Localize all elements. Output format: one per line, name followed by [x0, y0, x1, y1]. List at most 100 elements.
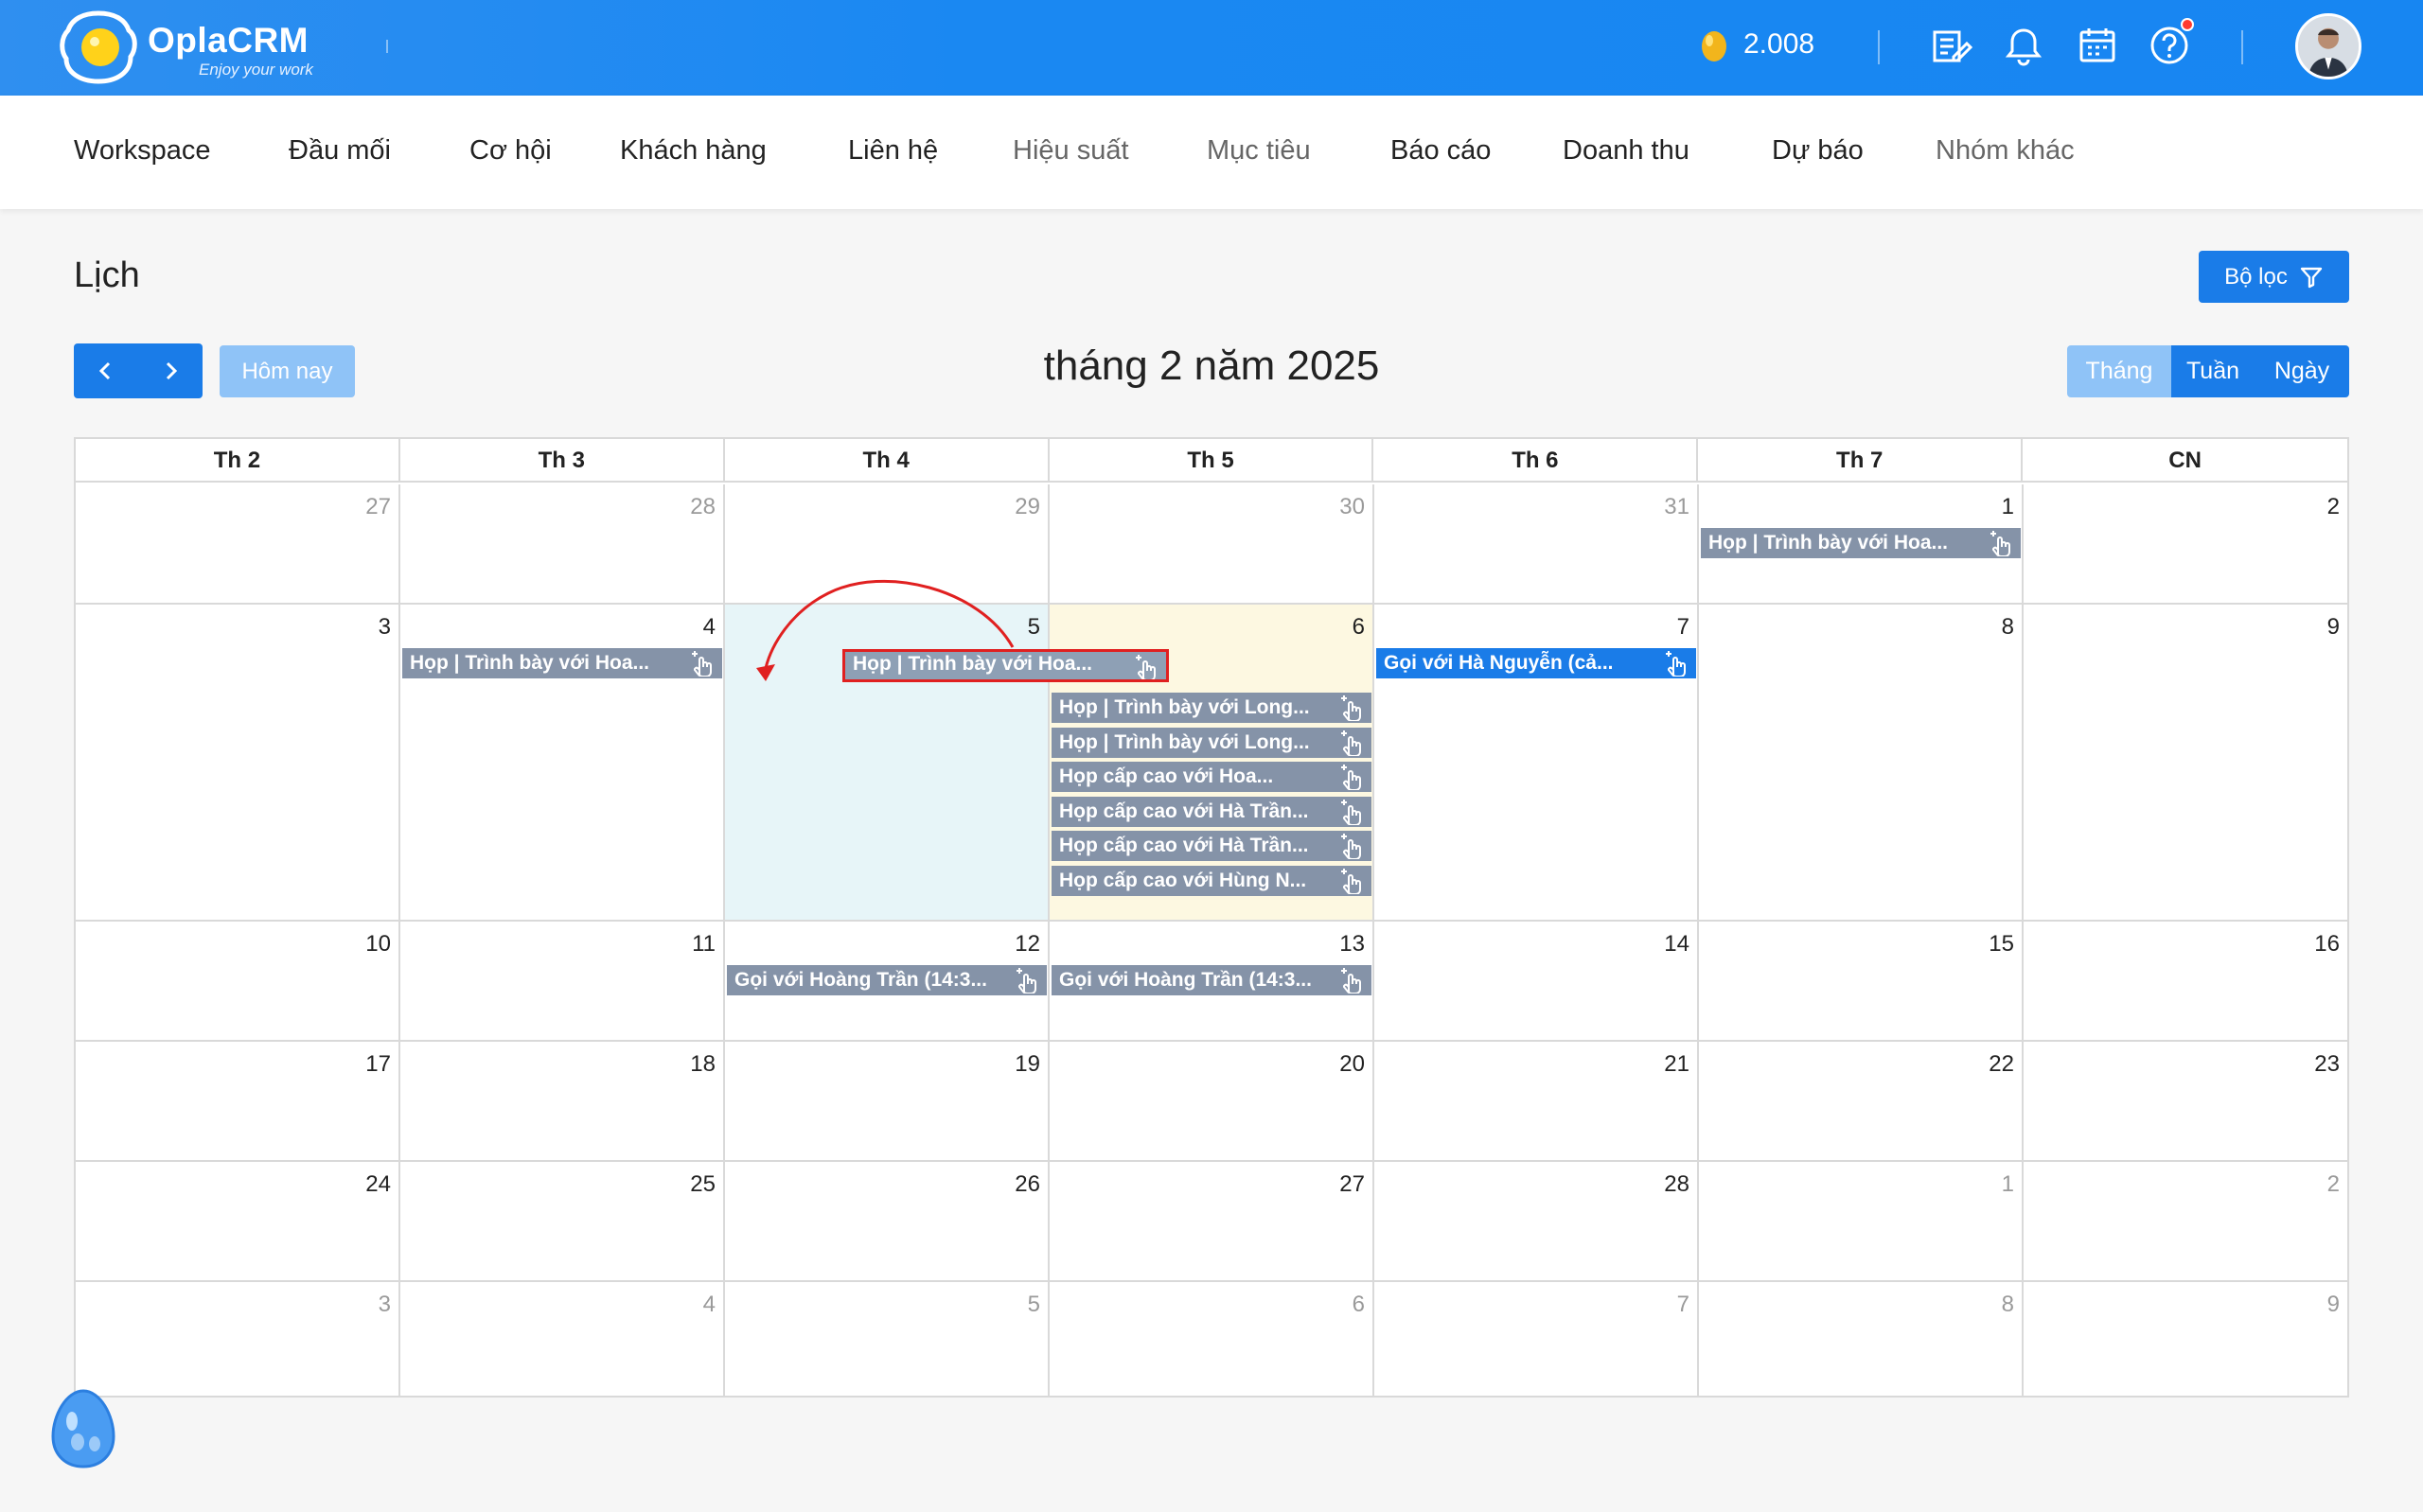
coin-balance[interactable]: 2.008 — [1743, 28, 1814, 61]
day-cell[interactable]: 29 — [725, 484, 1050, 603]
day-cell[interactable]: 16 — [2024, 922, 2347, 1040]
day-number: 10 — [365, 931, 391, 957]
calendar-event[interactable]: Họp | Trình bày với Long... — [1052, 693, 1371, 723]
day-cell[interactable]: 25 — [400, 1162, 725, 1280]
day-cell[interactable]: 10 — [76, 922, 400, 1040]
drag-hand-icon — [1341, 765, 1361, 790]
calendar-event[interactable]: Gọi với Hoàng Trần (14:3... — [1052, 965, 1371, 995]
day-cell[interactable]: 8 — [1699, 1282, 2024, 1396]
day-number: 13 — [1339, 931, 1365, 957]
day-cell[interactable]: 3 — [76, 605, 400, 920]
day-cell[interactable]: 27 — [1050, 1162, 1374, 1280]
day-cell[interactable]: 11 — [400, 922, 725, 1040]
day-cell[interactable]: 19 — [725, 1042, 1050, 1160]
day-cell[interactable]: 18 — [400, 1042, 725, 1160]
day-number: 1 — [2001, 494, 2014, 519]
calendar-week: 17 18 19 20 21 22 23 — [76, 1042, 2347, 1162]
day-cell[interactable]: 30 — [1050, 484, 1374, 603]
day-cell[interactable]: 15 — [1699, 922, 2024, 1040]
day-cell[interactable]: 31 — [1374, 484, 1699, 603]
day-number: 11 — [692, 931, 716, 957]
day-number: 8 — [2001, 1292, 2014, 1317]
day-cell[interactable]: 2 — [2024, 484, 2347, 603]
day-cell[interactable]: 7 — [1374, 1282, 1699, 1396]
filter-button[interactable]: Bộ lọc — [2199, 251, 2349, 303]
bell-icon[interactable] — [1999, 21, 2048, 70]
day-cell[interactable]: 14 — [1374, 922, 1699, 1040]
weekday-label: Th 7 — [1698, 439, 2024, 483]
nav-customers[interactable]: Khách hàng — [620, 135, 767, 167]
nav-performance[interactable]: Hiệu suất — [1013, 135, 1129, 167]
weekday-label: Th 4 — [725, 439, 1050, 483]
nav-contacts[interactable]: Liên hệ — [848, 135, 938, 167]
assistant-bubble-icon[interactable] — [49, 1387, 117, 1468]
day-cell[interactable]: 5 — [725, 1282, 1050, 1396]
calendar-event[interactable]: Gọi với Hà Nguyễn (cả... — [1376, 648, 1696, 678]
day-cell[interactable]: 9 — [2024, 1282, 2347, 1396]
nav-forecast[interactable]: Dự báo — [1772, 135, 1864, 167]
nav-revenue[interactable]: Doanh thu — [1563, 135, 1689, 167]
calendar-event[interactable]: Họp | Trình bày với Hoa... — [402, 648, 722, 678]
header-divider — [2241, 30, 2243, 64]
day-cell[interactable]: 26 — [725, 1162, 1050, 1280]
nav-reports[interactable]: Báo cáo — [1390, 135, 1491, 167]
user-avatar[interactable] — [2295, 13, 2361, 79]
calendar-event[interactable]: Họp cấp cao với Hà Trần... — [1052, 831, 1371, 861]
view-day-button[interactable]: Ngày — [2255, 345, 2349, 397]
day-cell[interactable]: 4 — [400, 1282, 725, 1396]
calendar-event[interactable]: Họp | Trình bày với Long... — [1052, 728, 1371, 758]
prev-month-button[interactable] — [74, 343, 138, 398]
day-number: 14 — [1664, 931, 1689, 957]
calendar-event[interactable]: Họp cấp cao với Hoa... — [1052, 762, 1371, 792]
day-number: 28 — [1664, 1171, 1689, 1197]
nav-goals[interactable]: Mục tiêu — [1207, 135, 1311, 167]
calendar-event[interactable]: Họp cấp cao với Hà Trần... — [1052, 797, 1371, 827]
day-cell[interactable]: 28 — [1374, 1162, 1699, 1280]
day-cell[interactable]: 1 — [1699, 1162, 2024, 1280]
weekday-label: Th 3 — [400, 439, 725, 483]
day-cell[interactable]: 17 — [76, 1042, 400, 1160]
calendar-event[interactable]: Gọi với Hoàng Trần (14:3... — [727, 965, 1047, 995]
today-button[interactable]: Hôm nay — [220, 345, 355, 397]
day-cell[interactable]: 6 — [1050, 1282, 1374, 1396]
day-cell[interactable]: 20 — [1050, 1042, 1374, 1160]
day-number: 23 — [2314, 1051, 2340, 1077]
nav-leads[interactable]: Đầu mối — [289, 135, 391, 167]
event-title: Họp | Trình bày với Hoa... — [853, 653, 1093, 675]
day-cell[interactable]: 23 — [2024, 1042, 2347, 1160]
day-cell[interactable]: 28 — [400, 484, 725, 603]
chevron-right-icon — [166, 361, 178, 380]
day-cell[interactable]: 9 — [2024, 605, 2347, 920]
day-number: 12 — [1015, 931, 1040, 957]
drag-hand-icon — [1666, 651, 1686, 677]
day-cell[interactable]: 3 — [76, 1282, 400, 1396]
nav-workspace[interactable]: Workspace — [74, 135, 211, 167]
brand-logo[interactable]: OplaCRM Enjoy your work — [59, 8, 343, 89]
day-cell[interactable]: 24 — [76, 1162, 400, 1280]
day-cell[interactable]: 21 — [1374, 1042, 1699, 1160]
dragging-event[interactable]: Họp | Trình bày với Hoa... — [842, 649, 1169, 682]
drag-hand-icon — [1341, 834, 1361, 859]
day-number: 25 — [690, 1171, 716, 1197]
day-cell[interactable]: 2 — [2024, 1162, 2347, 1280]
day-number: 17 — [365, 1051, 391, 1077]
event-title: Họp cấp cao với Hà Trần... — [1059, 800, 1309, 822]
event-title: Họp | Trình bày với Hoa... — [1708, 532, 1949, 554]
calendar-event[interactable]: Họp | Trình bày với Hoa... — [1701, 528, 2021, 558]
day-number: 29 — [1015, 494, 1040, 519]
view-week-button[interactable]: Tuần — [2171, 345, 2255, 397]
day-number: 22 — [1989, 1051, 2014, 1077]
nav-opportunities[interactable]: Cơ hội — [469, 135, 552, 167]
gold-egg-icon — [1702, 31, 1726, 62]
day-cell[interactable]: 27 — [76, 484, 400, 603]
report-icon[interactable] — [1925, 21, 1974, 70]
nav-other-groups[interactable]: Nhóm khác — [1936, 135, 2075, 167]
day-number: 26 — [1015, 1171, 1040, 1197]
calendar-event[interactable]: Họp cấp cao với Hùng N... — [1052, 866, 1371, 896]
day-number: 21 — [1664, 1051, 1689, 1077]
next-month-button[interactable] — [138, 343, 203, 398]
day-cell[interactable]: 8 — [1699, 605, 2024, 920]
calendar-icon[interactable] — [2073, 21, 2122, 70]
view-month-button[interactable]: Tháng — [2067, 345, 2171, 397]
day-cell[interactable]: 22 — [1699, 1042, 2024, 1160]
